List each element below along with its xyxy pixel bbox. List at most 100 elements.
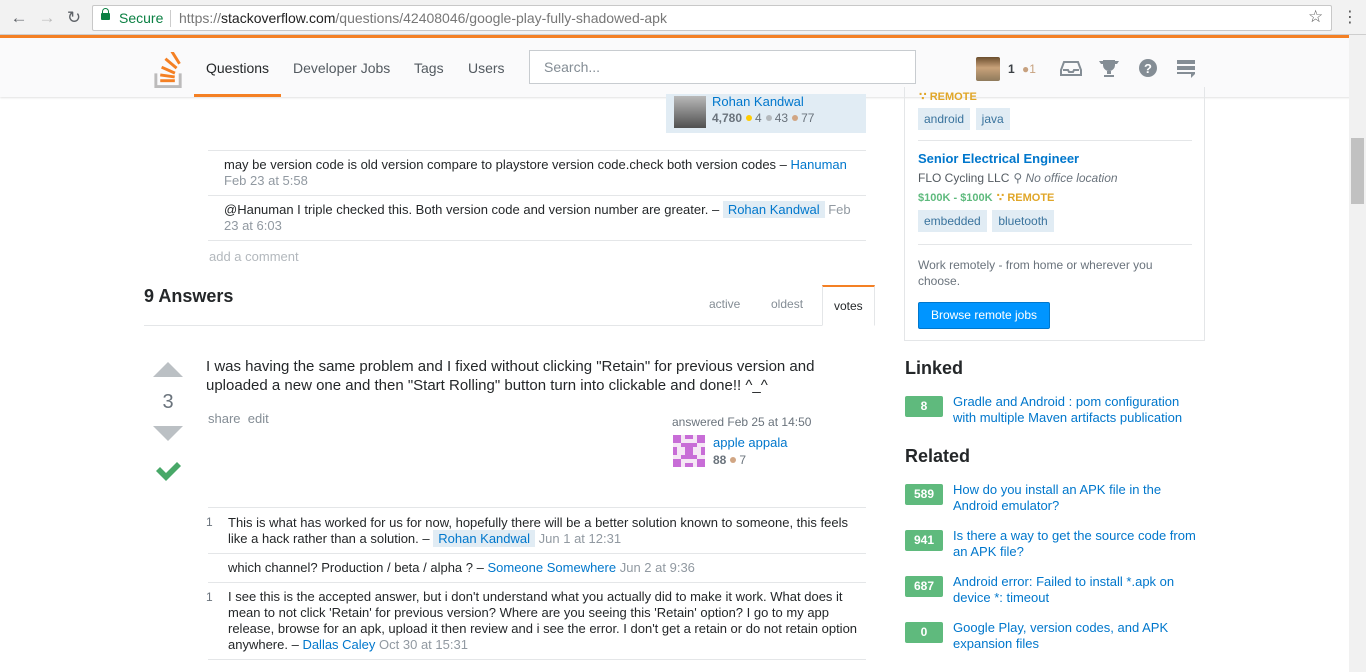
job-tags: embedded bluetooth — [918, 210, 1056, 232]
secure-label: Secure — [119, 10, 164, 26]
site-switcher-icon[interactable] — [1175, 57, 1197, 79]
question-score-badge: 0 — [905, 622, 943, 643]
answer-user-card: answered Feb 25 at 14:50 apple appala 88… — [672, 415, 867, 467]
nav-tags[interactable]: Tags — [414, 38, 444, 97]
bronze-badge-icon — [792, 115, 799, 122]
remote-badge: ∵ REMOTE — [919, 91, 977, 103]
answer-body: I was having the same problem and I fixe… — [206, 358, 815, 394]
answer-post-menu: share edit — [208, 411, 269, 426]
work-remote-text: Work remotely - from home or wherever yo… — [918, 258, 1153, 288]
linked-heading: Linked — [905, 358, 964, 378]
owner-reputation: 4,780 4 43 77 — [712, 111, 815, 125]
address-bar[interactable]: Secure https://stackoverflow.com/questio… — [92, 5, 1332, 31]
related-question-link[interactable]: Android error: Failed to install *.apk o… — [953, 574, 1203, 606]
tab-oldest[interactable]: oldest — [771, 297, 803, 311]
comment-item: may be version code is old version compa… — [208, 151, 866, 196]
silver-badge-icon — [765, 115, 772, 122]
tag-android[interactable]: android — [918, 108, 971, 130]
help-icon[interactable]: ? — [1137, 57, 1159, 79]
scrollbar-thumb[interactable] — [1351, 138, 1364, 204]
add-comment-link[interactable]: add a comment — [209, 249, 299, 264]
job-salary: $100K - $100K ∵ REMOTE — [918, 192, 1055, 204]
tag-bluetooth[interactable]: bluetooth — [992, 210, 1054, 232]
answers-count-title: 9 Answers — [144, 286, 234, 306]
back-icon[interactable]: ← — [8, 7, 30, 29]
answers-header: 9 Answers active oldest votes — [144, 285, 875, 326]
page-scrollbar[interactable] — [1349, 35, 1366, 672]
stackoverflow-logo-icon[interactable] — [153, 52, 185, 88]
achievements-trophy-icon[interactable] — [1098, 57, 1120, 79]
job-company: FLO Cycling LLC ⚲ No office location — [918, 171, 1118, 185]
nav-users[interactable]: Users — [468, 38, 505, 97]
owner-name-link[interactable]: Rohan Kandwal — [712, 94, 804, 109]
comment-user-link[interactable]: Dallas Caley — [302, 637, 375, 652]
forward-icon[interactable]: → — [36, 7, 58, 29]
related-heading: Related — [905, 446, 971, 466]
comment-score: 1 — [206, 590, 213, 604]
job-divider — [918, 140, 1192, 141]
browser-toolbar: ← → ↻ Secure https://stackoverflow.com/q… — [0, 0, 1366, 35]
nav-questions[interactable]: Questions — [194, 38, 282, 97]
comment-user-link[interactable]: Hanuman — [791, 157, 847, 172]
owner-avatar[interactable] — [674, 96, 706, 128]
tab-active[interactable]: active — [709, 297, 740, 311]
user-avatar[interactable] — [976, 57, 1000, 81]
browser-menu-icon[interactable]: ⋮ — [1342, 7, 1358, 29]
share-link[interactable]: share — [208, 411, 241, 426]
comment-item: 1 This is what has worked for us for now… — [206, 508, 866, 554]
answered-time: answered Feb 25 at 14:50 — [672, 415, 812, 429]
comment-user-link[interactable]: Rohan Kandwal — [722, 201, 825, 218]
comment-time: Oct 30 at 15:31 — [379, 637, 468, 652]
inbox-icon[interactable] — [1060, 57, 1082, 79]
comment-time: Jun 2 at 9:36 — [619, 560, 695, 575]
related-question-link[interactable]: How do you install an APK file in the An… — [953, 482, 1203, 514]
location-pin-icon: ⚲ — [1013, 171, 1023, 185]
comment-time: Feb 23 at 5:58 — [224, 173, 308, 188]
nav-developer-jobs[interactable]: Developer Jobs — [293, 38, 390, 97]
tag-java[interactable]: java — [975, 108, 1010, 130]
comment-user-link[interactable]: Rohan Kandwal — [433, 530, 536, 547]
user-reputation: 1 — [1008, 62, 1015, 76]
question-comments: may be version code is old version compa… — [208, 150, 866, 241]
job-tags: android java — [918, 108, 1012, 130]
wifi-icon: ∵ — [996, 192, 1005, 204]
lock-icon — [101, 8, 110, 20]
identicon-avatar[interactable] — [673, 435, 705, 467]
browse-remote-jobs-button[interactable]: Browse remote jobs — [918, 302, 1050, 329]
comment-time: Jun 1 at 12:31 — [538, 531, 622, 546]
downvote-arrow-icon[interactable] — [153, 426, 183, 441]
question-owner-card: Rohan Kandwal 4,780 4 43 77 — [666, 94, 866, 133]
edit-link[interactable]: edit — [248, 411, 269, 426]
job-divider — [918, 244, 1192, 245]
omnibox-divider — [170, 10, 171, 27]
reload-icon[interactable]: ↻ — [63, 7, 85, 29]
question-score-badge: 589 — [905, 484, 943, 505]
bronze-badge-icon — [730, 457, 737, 464]
user-bronze-badges: ●1 — [1022, 62, 1036, 76]
gold-badge-icon — [746, 115, 753, 122]
comment-item: which channel? Production / beta / alpha… — [208, 554, 866, 583]
linked-question-link[interactable]: Gradle and Android : pom configuration w… — [953, 394, 1203, 426]
question-score-badge: 687 — [905, 576, 943, 597]
question-score-badge: 941 — [905, 530, 943, 551]
tag-embedded[interactable]: embedded — [918, 210, 987, 232]
tab-votes[interactable]: votes — [822, 285, 875, 326]
answer-user-link[interactable]: apple appala — [713, 435, 787, 450]
upvote-arrow-icon[interactable] — [153, 362, 183, 377]
comment-score: 1 — [206, 515, 213, 529]
question-score-badge: 8 — [905, 396, 943, 417]
comment-item: @Hanuman I triple checked this. Both ver… — [208, 196, 866, 241]
bookmark-star-icon[interactable]: ☆ — [1308, 7, 1323, 27]
job-title-link[interactable]: Senior Electrical Engineer — [918, 151, 1079, 166]
answer-user-reputation: 88 7 — [713, 453, 747, 467]
answer-vote-count: 3 — [162, 391, 174, 413]
comment-user-link[interactable]: Someone Somewhere — [487, 560, 616, 575]
answer-comments: 1 This is what has worked for us for now… — [206, 507, 866, 660]
search-input[interactable] — [529, 50, 916, 84]
related-question-link[interactable]: Google Play, version codes, and APK expa… — [953, 620, 1203, 652]
url-text[interactable]: https://stackoverflow.com/questions/4240… — [179, 10, 667, 26]
accepted-check-icon — [156, 462, 181, 481]
related-question-link[interactable]: Is there a way to get the source code fr… — [953, 528, 1203, 560]
comment-item: 1 I see this is the accepted answer, but… — [206, 583, 866, 660]
svg-text:?: ? — [1144, 61, 1152, 76]
